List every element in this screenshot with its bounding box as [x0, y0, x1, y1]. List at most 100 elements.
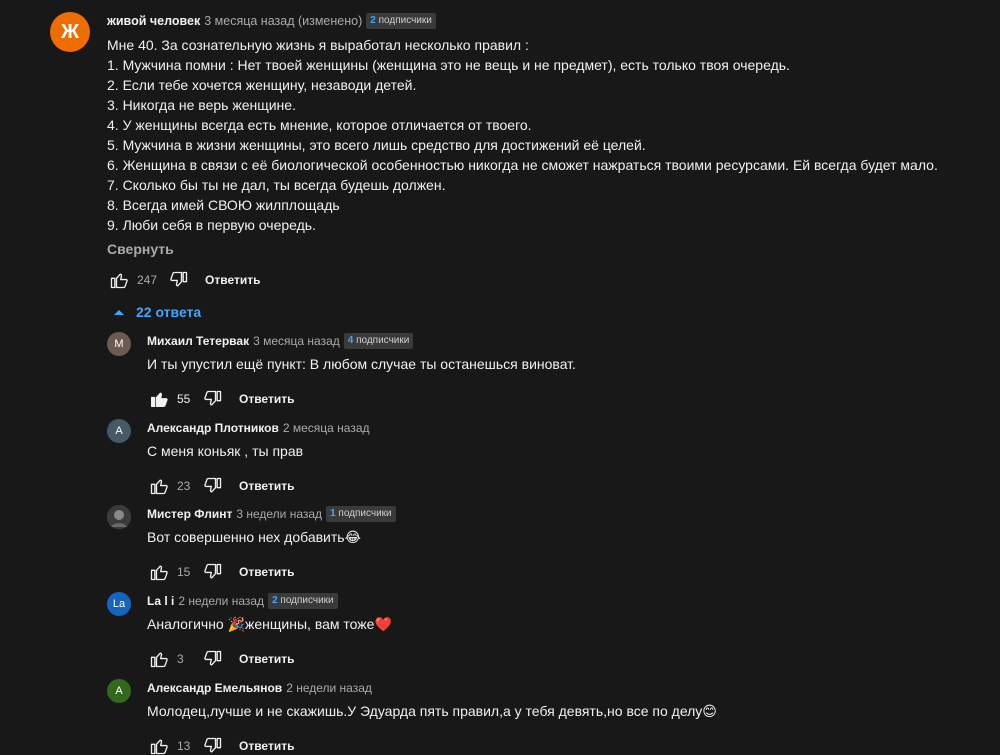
dislike-button[interactable]: [201, 647, 225, 671]
reply-button[interactable]: Ответить: [205, 273, 260, 287]
collapse-button[interactable]: Свернуть: [107, 239, 987, 259]
badge-count: 4: [347, 335, 354, 346]
thumb-down-icon: [204, 737, 222, 753]
comment-line: Мне 40. За сознательную жизнь я выработа…: [107, 37, 529, 53]
reply-actions: 55 Ответить: [147, 387, 987, 411]
avatar[interactable]: [107, 505, 131, 529]
badge-label: подписчики: [378, 15, 432, 26]
like-button[interactable]: [147, 474, 171, 498]
reply-text: Молодец,лучше и не скажишь.У Эдуарда пят…: [147, 703, 717, 719]
comment-line: 5. Мужчина в жизни женщины, это всего ли…: [107, 137, 646, 153]
dislike-button[interactable]: [201, 387, 225, 411]
badge-count: 2: [272, 595, 278, 606]
dislike-button[interactable]: [201, 474, 225, 498]
comments-section: Ж живой человек 3 месяца назад (изменено…: [0, 0, 1000, 755]
reply-actions: 3 Ответить: [147, 647, 987, 671]
avatar[interactable]: А: [107, 419, 131, 443]
reply-text: Вот совершенно нех добавить😂: [147, 529, 361, 545]
subscriber-badge: 2 подписчики: [268, 593, 338, 609]
badge-label: подписчики: [338, 508, 392, 519]
comment-line: 4. У женщины всегда есть мнение, которое…: [107, 117, 532, 133]
like-count: 55: [177, 392, 191, 406]
comment-header: живой человек 3 месяца назад (изменено) …: [107, 12, 987, 30]
avatar[interactable]: М: [107, 332, 131, 356]
reply-timestamp[interactable]: 3 недели назад: [236, 505, 322, 523]
author-name[interactable]: Александр Емельянов: [147, 679, 282, 697]
like-button[interactable]: [147, 387, 171, 411]
reply-text: Аналогично 🎉женщины, вам тоже❤️: [147, 616, 392, 632]
dislike-button[interactable]: [201, 560, 225, 584]
thumb-down-icon: [204, 650, 222, 666]
comment-line: 2. Если тебе хочется женщину, незаводи д…: [107, 77, 417, 93]
reply-timestamp[interactable]: 2 недели назад: [286, 679, 372, 697]
reply-header: Мистер Флинт 3 недели назад 1 подписчики: [147, 505, 987, 523]
reply-timestamp[interactable]: 2 месяца назад: [283, 419, 370, 437]
thumb-up-icon: [150, 565, 168, 581]
comment-text: Мне 40. За сознательную жизнь я выработа…: [107, 35, 987, 235]
comment-line: 8. Всегда имей СВОЮ жилплощадь: [107, 197, 340, 213]
reply-header: La l i 2 недели назад 2 подписчики: [147, 592, 987, 610]
avatar[interactable]: Ж: [50, 12, 90, 52]
like-button[interactable]: [107, 268, 131, 292]
reply-header: Михаил Тетервак 3 месяца назад 4 подписч…: [147, 332, 987, 350]
comment-timestamp[interactable]: 3 месяца назад (изменено): [204, 12, 362, 30]
like-count: 23: [177, 479, 191, 493]
reply-text: С меня коньяк , ты прав: [147, 443, 304, 459]
reply-button[interactable]: Ответить: [239, 479, 294, 493]
thumb-up-icon: [110, 273, 128, 289]
avatar[interactable]: А: [107, 679, 131, 703]
author-name[interactable]: Александр Плотников: [147, 419, 279, 437]
reply-timestamp[interactable]: 2 недели назад: [178, 592, 264, 610]
comment-line: 7. Сколько бы ты не дал, ты всегда будеш…: [107, 177, 446, 193]
thumb-up-icon: [150, 739, 168, 755]
comment-actions: 247 Ответить: [107, 268, 987, 292]
reply-button[interactable]: Ответить: [239, 652, 294, 666]
badge-label: подписчики: [356, 335, 410, 346]
reply-actions: 23 Ответить: [147, 474, 987, 498]
reply-text: И ты упустил ещё пункт: В любом случае т…: [147, 356, 576, 372]
reply-actions: 15 Ответить: [147, 560, 987, 584]
reply-button[interactable]: Ответить: [239, 392, 294, 406]
thumb-up-icon: [150, 652, 168, 668]
replies-toggle-button[interactable]: 22 ответа: [114, 302, 201, 322]
author-name[interactable]: живой человек: [107, 12, 200, 30]
thumb-up-icon: [150, 479, 168, 495]
reply-header: Александр Емельянов 2 недели назад: [147, 679, 987, 697]
thumb-down-icon: [204, 477, 222, 493]
thumb-down-icon: [170, 271, 188, 287]
badge-count: 1: [330, 508, 336, 519]
like-count: 15: [177, 565, 191, 579]
like-button[interactable]: [147, 734, 171, 755]
comment-line: 9. Люби себя в первую очередь.: [107, 217, 316, 233]
like-count: 3: [177, 652, 184, 666]
author-name[interactable]: Мистер Флинт: [147, 505, 232, 523]
replies-count-label: 22 ответа: [136, 304, 202, 320]
like-count: 247: [137, 273, 158, 287]
comment-line: 6. Женщина в связи с её биологической ос…: [107, 157, 938, 173]
reply-button[interactable]: Ответить: [239, 565, 294, 579]
subscriber-badge: 4 подписчики: [343, 333, 414, 349]
avatar[interactable]: La: [107, 592, 131, 616]
subscriber-badge: 1 подписчики: [326, 506, 396, 522]
like-button[interactable]: [147, 647, 171, 671]
reply-timestamp[interactable]: 3 месяца назад: [253, 332, 340, 350]
like-count: 13: [177, 739, 191, 753]
dislike-button[interactable]: [167, 268, 191, 292]
reply-actions: 13 Ответить: [147, 734, 987, 755]
author-name[interactable]: La l i: [147, 592, 174, 610]
thumb-down-icon: [204, 563, 222, 579]
subscriber-badge: 2 подписчики: [366, 13, 436, 29]
comment-line: 1. Мужчина помни : Нет твоей женщины (же…: [107, 57, 790, 73]
thumb-down-icon: [204, 390, 222, 406]
thumb-up-filled-icon: [151, 392, 168, 407]
like-button[interactable]: [147, 560, 171, 584]
reply-button[interactable]: Ответить: [239, 739, 294, 753]
comment-line: 3. Никогда не верь женщине.: [107, 97, 296, 113]
dislike-button[interactable]: [201, 734, 225, 755]
author-name[interactable]: Михаил Тетервак: [147, 332, 249, 350]
badge-label: подписчики: [280, 595, 334, 606]
badge-count: 2: [370, 15, 376, 26]
chevron-up-icon: [114, 309, 124, 315]
reply-header: Александр Плотников 2 месяца назад: [147, 419, 987, 437]
avatar-image-icon: [107, 505, 131, 529]
